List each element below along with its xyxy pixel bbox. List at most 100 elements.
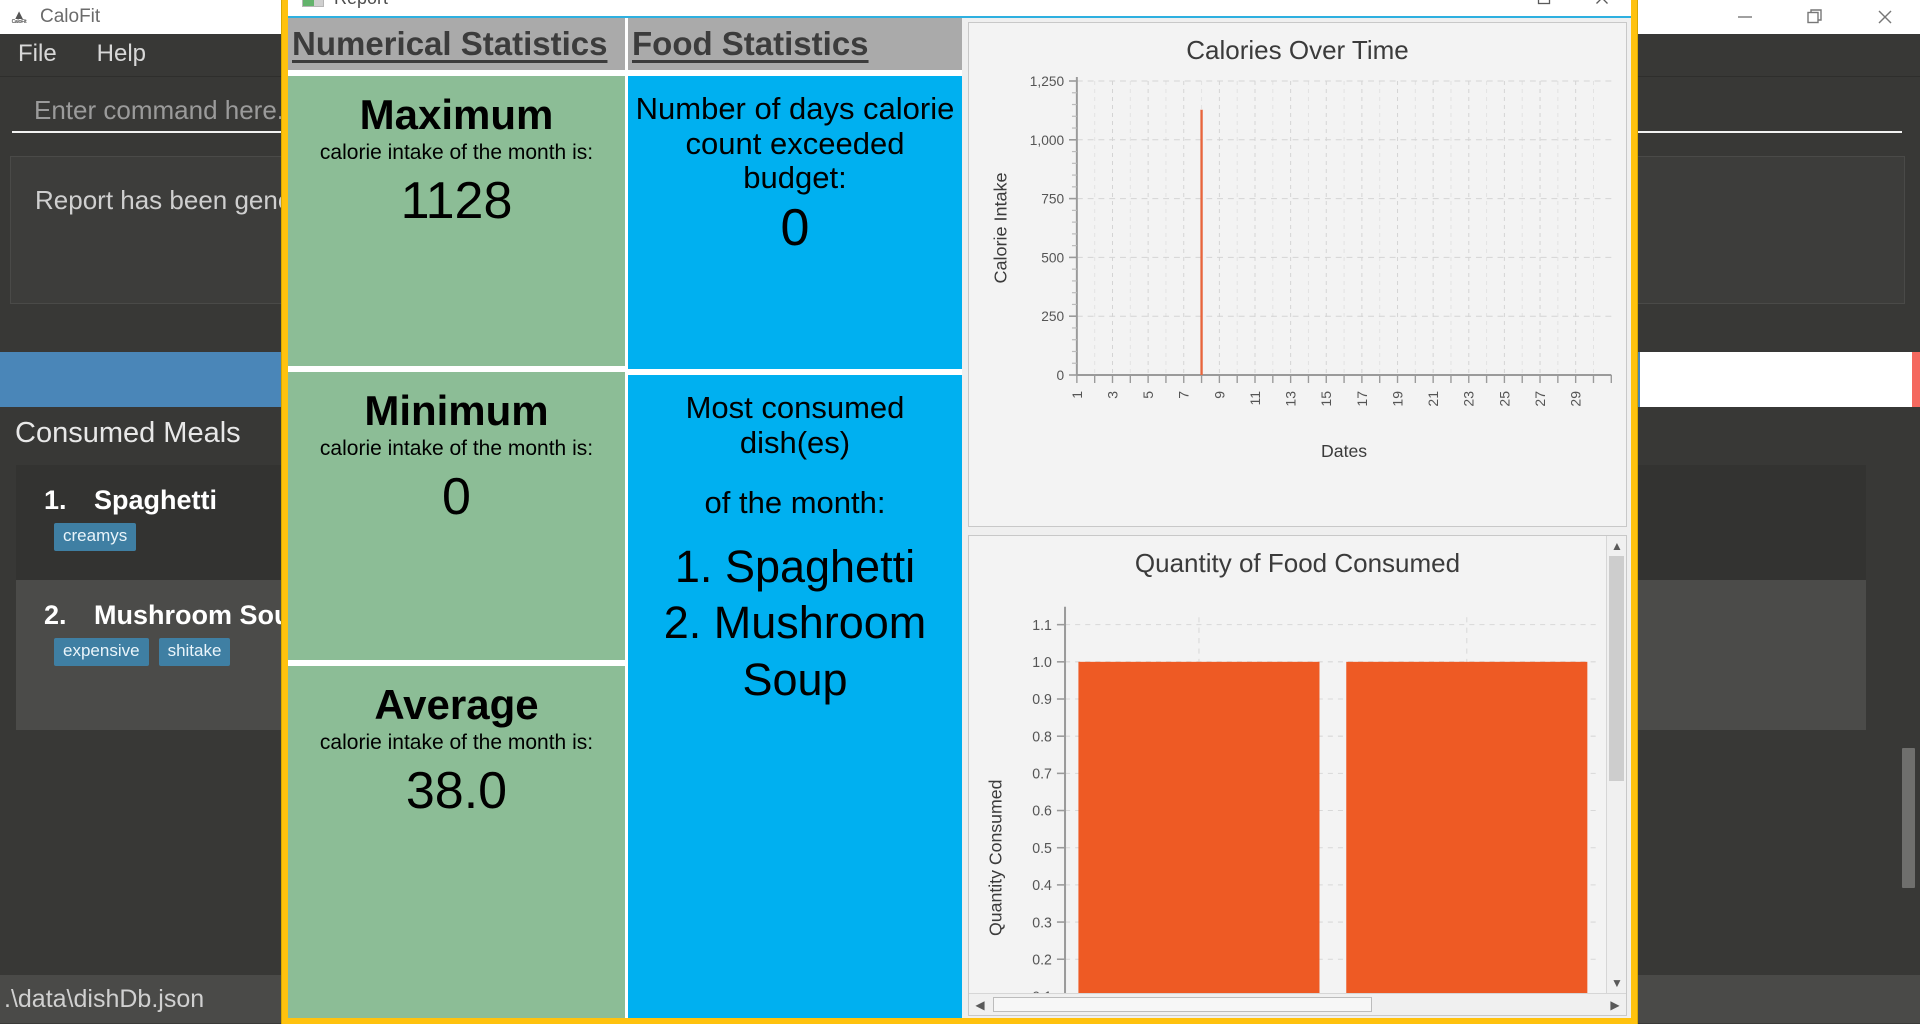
most-consumed-dish-list: 1. Spaghetti 2. Mushroom Soup: [628, 539, 962, 708]
svg-text:13: 13: [1283, 391, 1299, 407]
svg-text:1: 1: [1069, 391, 1085, 399]
meal-tag: expensive: [54, 638, 149, 666]
main-window-controls: [1710, 0, 1920, 34]
svg-text:0.5: 0.5: [1032, 841, 1052, 857]
chevron-left-icon[interactable]: ◀: [969, 998, 991, 1012]
stat-value: 38.0: [405, 762, 508, 821]
food-statistics-title: Food Statistics: [632, 25, 869, 62]
svg-text:0.8: 0.8: [1032, 729, 1052, 745]
svg-text:5: 5: [1140, 391, 1156, 399]
quantity-of-food-chart: Quantity of Food Consumed 0.10.20.30.40.…: [968, 535, 1627, 1016]
report-body: Numerical Statistics Maximum calorie int…: [288, 16, 1631, 1018]
svg-text:250: 250: [1041, 308, 1064, 324]
meal-list-scrollbar-thumb[interactable]: [1902, 748, 1915, 888]
svg-text:21: 21: [1425, 391, 1441, 407]
days-exceeded-question: Number of days calorie count exceeded bu…: [635, 91, 955, 196]
report-window: Report Numerical Statistics Maximu: [282, 0, 1637, 1024]
chart-horizontal-scrollbar[interactable]: ◀ ▶: [969, 993, 1626, 1015]
report-window-icon: [302, 0, 324, 7]
chevron-down-icon[interactable]: ▼: [1607, 973, 1627, 993]
calories-over-time-chart: Calories Over Time 0 250 500 750 1,000 1,250 1…: [968, 22, 1627, 527]
most-consumed-question-line1: Most consumed dish(es): [685, 390, 905, 460]
chevron-right-icon[interactable]: ▶: [1604, 998, 1626, 1012]
stat-card-average: Average calorie intake of the month is: …: [288, 666, 625, 1018]
svg-text:9: 9: [1211, 391, 1227, 399]
most-consumed-question-line2: of the month:: [704, 485, 886, 521]
stat-subtitle: calorie intake of the month is:: [319, 731, 594, 755]
stat-subtitle: calorie intake of the month is:: [319, 437, 594, 461]
side-info-panel: [1640, 352, 1920, 407]
stat-value: 1128: [400, 172, 513, 231]
numerical-statistics-header: Numerical Statistics: [288, 18, 625, 70]
meal-tag: shitake: [158, 638, 231, 666]
svg-text:1,250: 1,250: [1030, 73, 1065, 89]
svg-text:0.4: 0.4: [1032, 878, 1052, 894]
consumed-meals-label: Consumed Meals: [15, 417, 241, 449]
svg-text:0.2: 0.2: [1032, 952, 1052, 968]
svg-text:7: 7: [1176, 391, 1192, 399]
stat-card-minimum: Minimum calorie intake of the month is: …: [288, 372, 625, 660]
svg-text:0.3: 0.3: [1032, 915, 1052, 931]
minimize-icon[interactable]: [1710, 0, 1780, 34]
list-item: 2. Mushroom Soup: [663, 597, 927, 705]
svg-text:1,000: 1,000: [1030, 132, 1065, 148]
minimize-icon[interactable]: [1457, 0, 1515, 16]
svg-text:Quantity Consumed: Quantity Consumed: [986, 780, 1006, 936]
menu-item-help[interactable]: Help: [97, 40, 146, 68]
close-icon[interactable]: [1850, 0, 1920, 34]
svg-text:0.7: 0.7: [1032, 766, 1052, 782]
meal-name: Mushroom Soup: [94, 600, 307, 630]
svg-text:23: 23: [1461, 391, 1477, 407]
main-window-title: CaloFit: [40, 6, 101, 27]
meal-index: 1.: [44, 485, 67, 515]
chevron-up-icon[interactable]: ▲: [1607, 536, 1627, 556]
svg-text:1.0: 1.0: [1032, 655, 1052, 671]
svg-text:Dates: Dates: [1321, 441, 1367, 461]
chart-hscroll-thumb[interactable]: [993, 997, 1372, 1012]
stat-heading: Average: [374, 681, 539, 728]
meal-tag-row: creamys: [54, 523, 137, 551]
svg-text:15: 15: [1318, 391, 1334, 407]
list-item: 1. Spaghetti: [674, 541, 916, 593]
report-window-controls: [1457, 0, 1631, 16]
maximize-icon[interactable]: [1515, 0, 1573, 16]
svg-text:0: 0: [1056, 367, 1064, 383]
calories-over-time-plot: 02505007501,0001,2501 3 5 7 9 11 13 15 17 19 21 23 2…: [990, 73, 1612, 461]
svg-text:1.1: 1.1: [1032, 618, 1052, 634]
chart-vertical-scrollbar[interactable]: ▲ ▼: [1606, 536, 1626, 993]
food-statistics-column: Food Statistics Number of days calorie c…: [625, 18, 962, 1018]
svg-text:3: 3: [1105, 391, 1121, 399]
maximize-icon[interactable]: [1780, 0, 1850, 34]
quantity-of-food-plot: 0.10.20.30.40.50.60.70.80.91.01.1Quantit…: [986, 606, 1601, 1015]
meal-index: 2.: [44, 600, 67, 630]
numerical-statistics-title: Numerical Statistics: [292, 25, 608, 62]
meal-name: Spaghetti: [94, 485, 218, 515]
stat-card-days-exceeded: Number of days calorie count exceeded bu…: [628, 76, 962, 369]
meal-tag-row: expensive shitake: [54, 638, 231, 666]
chart-vscroll-thumb[interactable]: [1609, 556, 1624, 781]
stat-heading: Minimum: [364, 387, 549, 434]
svg-text:Calorie Intake: Calorie Intake: [990, 172, 1010, 283]
svg-text:11: 11: [1247, 391, 1263, 406]
svg-text:29: 29: [1568, 391, 1584, 407]
stat-heading: Maximum: [359, 91, 554, 138]
svg-text:27: 27: [1532, 391, 1548, 407]
charts-column: Calories Over Time 0 250 500 750 1,000 1,250 1…: [962, 18, 1631, 1018]
svg-text:500: 500: [1041, 249, 1064, 265]
svg-text:17: 17: [1354, 391, 1370, 407]
menu-item-file[interactable]: File: [18, 40, 57, 68]
svg-text:0.6: 0.6: [1032, 804, 1052, 820]
close-icon[interactable]: [1573, 0, 1631, 16]
svg-text:0.9: 0.9: [1032, 692, 1052, 708]
calofit-logo-icon: ▲ CaloFit: [11, 7, 27, 25]
stat-value: 0: [442, 468, 471, 527]
stat-card-maximum: Maximum calorie intake of the month is: …: [288, 76, 625, 366]
stat-card-most-consumed: Most consumed dish(es) of the month: 1. …: [628, 375, 962, 1018]
stat-subtitle: calorie intake of the month is:: [319, 141, 594, 165]
status-bar-path: .\data\dishDb.json: [4, 984, 205, 1013]
days-exceeded-value: 0: [780, 199, 810, 258]
report-titlebar: Report: [288, 0, 1631, 16]
report-window-title: Report: [334, 0, 388, 9]
svg-text:25: 25: [1496, 391, 1512, 407]
svg-text:19: 19: [1390, 391, 1406, 407]
